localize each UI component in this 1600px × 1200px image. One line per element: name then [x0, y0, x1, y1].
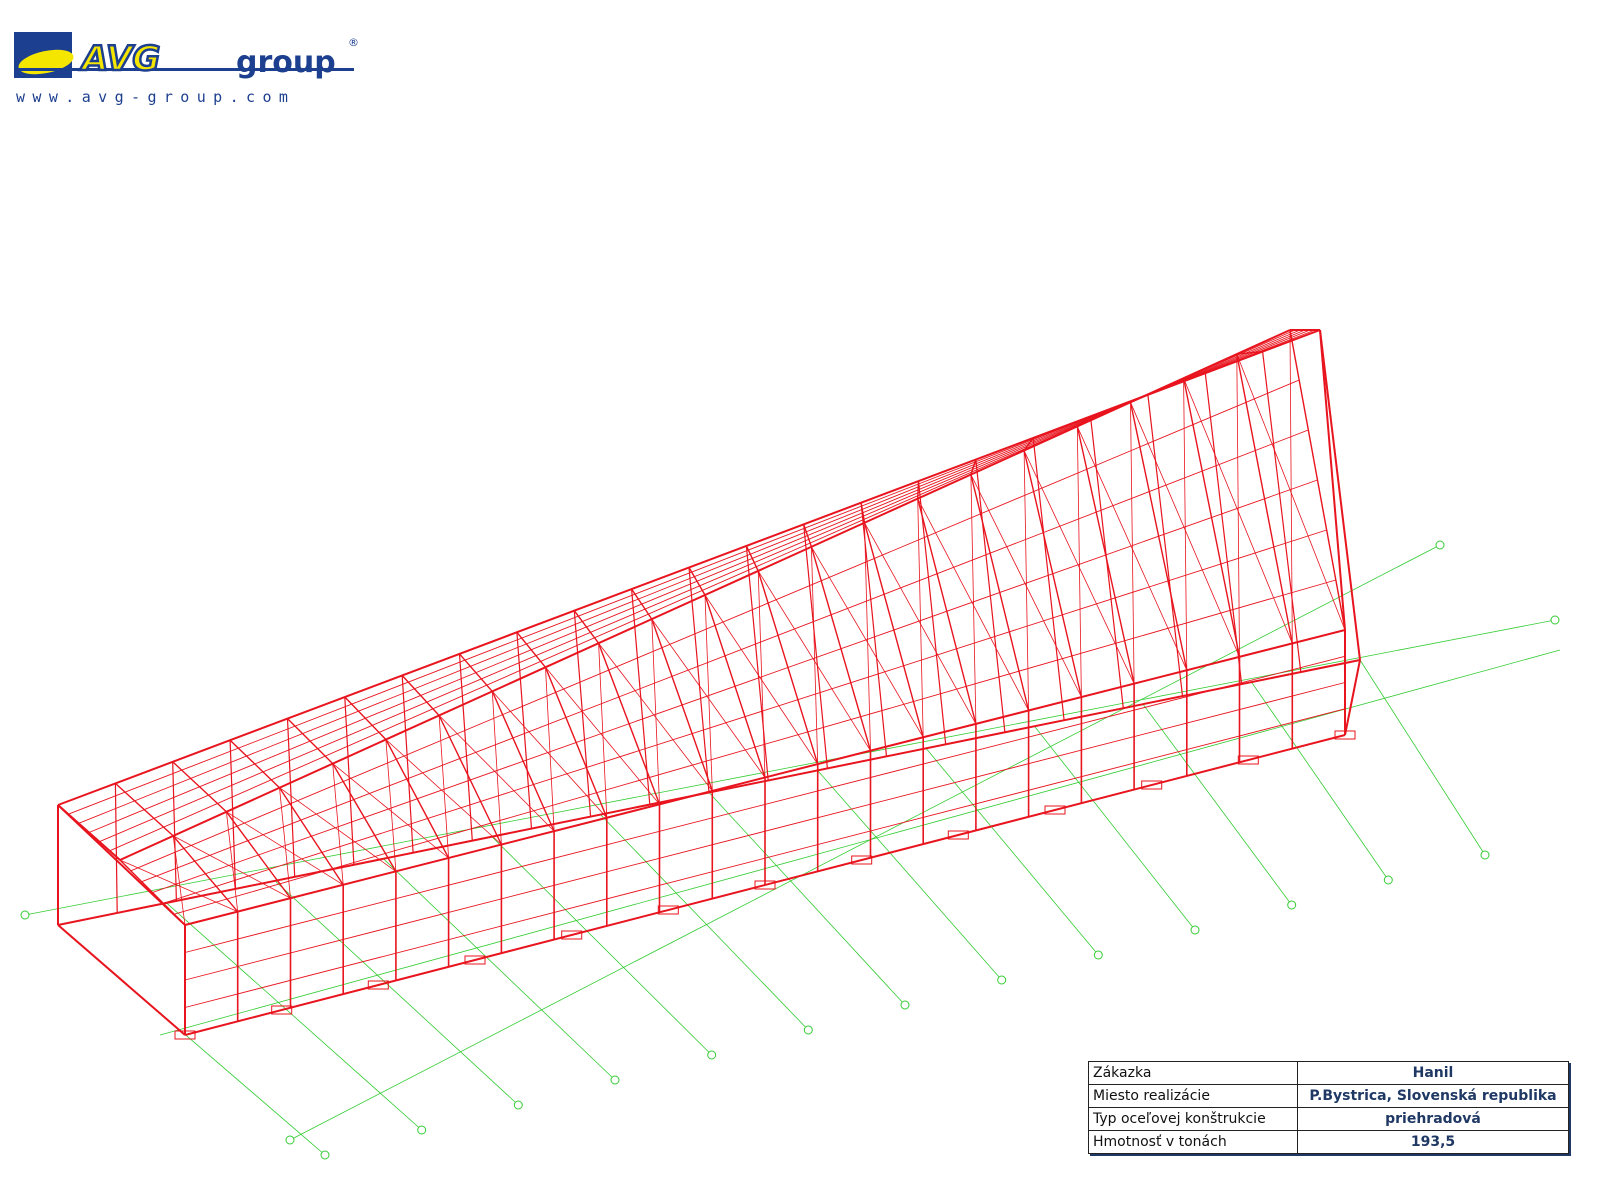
roof-brace — [332, 763, 449, 859]
steel-member — [57, 924, 186, 1036]
column — [688, 567, 710, 793]
wall-girt — [184, 682, 1346, 981]
wall-girt — [184, 655, 1346, 953]
grid-bubble — [707, 1050, 717, 1060]
structure-type-value: priehradová — [1297, 1107, 1569, 1131]
roof-brace — [1183, 378, 1188, 671]
roof-brace — [864, 522, 871, 751]
grid-line — [491, 836, 712, 1056]
wall-girt — [184, 708, 1346, 1008]
grid-bubble — [1383, 875, 1393, 885]
grid-bubble — [417, 1125, 427, 1135]
roof-brace — [970, 474, 1082, 698]
roof-brace — [1130, 402, 1135, 684]
table-row: Hmotnosť v tonách 193,5 — [1088, 1130, 1569, 1154]
steel-member — [1319, 329, 1346, 631]
roof-brace — [1183, 378, 1293, 644]
grid-bubble — [803, 1025, 813, 1035]
roof-brace — [811, 546, 924, 738]
purlin — [68, 329, 1316, 815]
column — [1319, 329, 1361, 661]
grid-line — [1142, 703, 1293, 906]
roof-brace — [970, 474, 977, 724]
grid-line — [166, 902, 422, 1131]
purlin — [130, 379, 1300, 872]
roof-brace — [1023, 450, 1135, 684]
steel-structure-drawing — [20, 329, 1561, 1160]
structure-type-label: Typ oceľovej konštrukcie — [1088, 1107, 1298, 1131]
grid-line — [1251, 681, 1389, 881]
roof-brace — [279, 787, 397, 872]
column — [344, 696, 355, 865]
grid-bubble — [513, 1100, 523, 1110]
grid-bubble — [610, 1075, 620, 1085]
grid-line — [383, 858, 616, 1081]
column — [172, 761, 177, 901]
weight-value: 193,5 — [1297, 1130, 1569, 1154]
roof-brace — [651, 618, 766, 778]
grid-line — [1359, 659, 1486, 856]
table-row: Miesto realizácie P.Bystrica, Slovenská … — [1088, 1084, 1569, 1108]
roof-brace — [1289, 329, 1293, 644]
location-value: P.Bystrica, Slovenská republika — [1297, 1084, 1569, 1108]
project-info-table: Zákazka Hanil Miesto realizácie P.Bystri… — [1088, 1061, 1569, 1154]
roof-brace — [1076, 426, 1082, 698]
table-row: Zákazka Hanil — [1088, 1061, 1569, 1085]
roof-brace — [864, 522, 977, 725]
table-row: Typ oceľovej konštrukcie priehradová — [1088, 1107, 1569, 1131]
roof-brace — [704, 594, 819, 765]
grid-line — [24, 619, 1556, 916]
column — [1147, 394, 1184, 697]
weight-label: Hmotnosť v tonách — [1088, 1130, 1298, 1154]
grid-bubble — [1550, 615, 1560, 625]
location-label: Miesto realizácie — [1088, 1084, 1298, 1108]
roof-brace — [917, 498, 1029, 711]
grid-bubble — [997, 975, 1007, 985]
roof-brace — [1236, 354, 1240, 657]
column — [516, 632, 533, 829]
steel-member — [1344, 659, 1361, 736]
purlin — [141, 429, 1309, 883]
grid-bubble — [285, 1135, 295, 1145]
roof-brace — [917, 498, 924, 738]
grid-bubble — [1287, 900, 1297, 910]
grid-bubble — [20, 910, 30, 920]
grid-bubble — [1435, 540, 1445, 550]
order-label: Zákazka — [1088, 1061, 1298, 1085]
roof-brace — [757, 570, 766, 778]
roof-brace — [385, 739, 502, 845]
grid-bubble — [900, 1000, 910, 1010]
roof-brace — [438, 715, 555, 832]
roof-brace — [1076, 426, 1188, 671]
roof-brace — [757, 570, 871, 751]
purlin — [152, 479, 1318, 893]
roof-brace — [598, 642, 713, 792]
grid-bubble — [320, 1150, 330, 1160]
steel-frame — [57, 329, 1361, 1040]
grid-bubble — [1093, 950, 1103, 960]
column — [860, 502, 888, 757]
grid-bubble — [1190, 925, 1200, 935]
grid-bubble — [1480, 850, 1490, 860]
roof-brace — [1023, 450, 1029, 711]
purlin — [174, 579, 1336, 915]
grid-line — [817, 770, 1003, 981]
order-value: Hanil — [1297, 1061, 1569, 1085]
column — [1262, 351, 1302, 673]
grid-line — [708, 792, 906, 1006]
